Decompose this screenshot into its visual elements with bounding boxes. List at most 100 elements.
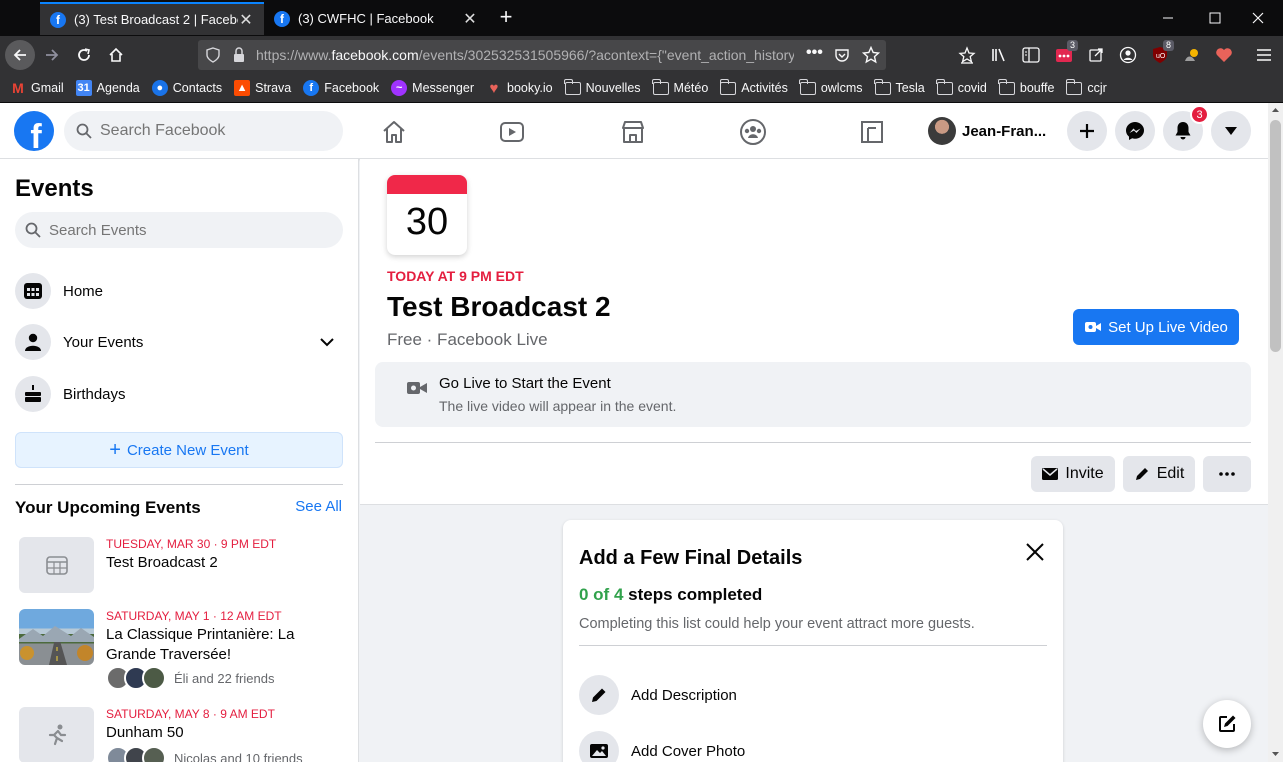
more-options-button[interactable] bbox=[1203, 456, 1251, 492]
list-item[interactable]: SATURDAY, MAY 8 · 9 AM EDT Dunham 50 Nic… bbox=[19, 707, 349, 762]
search-icon bbox=[25, 222, 41, 238]
nav-groups[interactable] bbox=[697, 113, 809, 151]
events-search[interactable] bbox=[15, 212, 343, 248]
close-window-button[interactable] bbox=[1233, 0, 1283, 36]
url-bar[interactable]: https://www.facebook.com/events/30253253… bbox=[198, 40, 886, 70]
facebook-logo-icon[interactable]: f bbox=[14, 111, 54, 151]
sidebar-item-label: Home bbox=[63, 282, 104, 300]
weather-extension-icon[interactable] bbox=[1181, 44, 1203, 66]
browser-tab-active[interactable]: f (3) Test Broadcast 2 | Facebook ✕ bbox=[40, 2, 264, 35]
reload-button[interactable] bbox=[70, 41, 98, 69]
close-tab-icon[interactable]: ✕ bbox=[238, 10, 254, 30]
add-description-item[interactable]: Add Description bbox=[579, 675, 737, 715]
go-live-title: Go Live to Start the Event bbox=[439, 375, 611, 392]
facebook-search[interactable] bbox=[64, 111, 343, 151]
bookmark-strava[interactable]: ▲ Strava bbox=[234, 80, 291, 96]
set-up-live-video-button[interactable]: Set Up Live Video bbox=[1073, 309, 1239, 345]
bookmark-facebook[interactable]: f Facebook bbox=[303, 80, 379, 96]
account-icon[interactable] bbox=[1117, 44, 1139, 66]
browser-tab-bar: f (3) Test Broadcast 2 | Facebook ✕ f (3… bbox=[0, 0, 1283, 36]
folder-icon bbox=[874, 78, 891, 95]
event-thumbnail bbox=[19, 707, 94, 762]
library-icon[interactable] bbox=[988, 44, 1010, 66]
bookmark-folder-nouvelles[interactable]: Nouvelles bbox=[564, 78, 641, 95]
sidebar-item-your-events[interactable]: Your Events bbox=[15, 322, 343, 362]
close-tab-icon[interactable]: ✕ bbox=[462, 9, 478, 29]
sidebar-toggle-icon[interactable] bbox=[1020, 44, 1042, 66]
sidebar-item-label: Birthdays bbox=[63, 385, 126, 403]
photo-icon bbox=[579, 731, 619, 762]
close-icon[interactable] bbox=[1023, 540, 1047, 564]
gmail-icon: M bbox=[12, 80, 24, 96]
messenger-button[interactable] bbox=[1115, 111, 1155, 151]
reading-list-star-icon[interactable] bbox=[956, 44, 978, 66]
messenger-icon bbox=[1126, 122, 1144, 140]
profile-name: Jean-Fran... bbox=[962, 122, 1047, 140]
scroll-down-arrow-icon bbox=[1272, 752, 1279, 756]
bell-icon bbox=[1175, 122, 1191, 140]
folder-icon bbox=[998, 78, 1015, 95]
back-button[interactable] bbox=[5, 40, 35, 70]
events-search-input[interactable] bbox=[49, 221, 249, 239]
nav-gaming[interactable] bbox=[816, 113, 928, 151]
nav-marketplace[interactable] bbox=[577, 113, 689, 151]
star-bookmark-icon[interactable] bbox=[862, 46, 880, 64]
new-tab-button[interactable]: + bbox=[494, 6, 518, 30]
notifications-button[interactable]: 3 bbox=[1163, 105, 1209, 151]
see-all-link[interactable]: See All bbox=[295, 498, 342, 515]
events-sidebar: Events Home Your Events Birthdays + Crea… bbox=[0, 159, 359, 762]
notification-badge: 3 bbox=[1190, 105, 1209, 124]
invite-button[interactable]: Invite bbox=[1031, 456, 1115, 492]
url-text[interactable]: https://www.facebook.com/events/30253253… bbox=[256, 47, 794, 63]
event-name: La Classique Printanière: La Grande Trav… bbox=[106, 626, 295, 663]
plus-icon bbox=[1080, 124, 1094, 138]
bookmark-agenda[interactable]: 31 Agenda bbox=[75, 80, 140, 96]
bookmark-gmail[interactable]: M Gmail bbox=[10, 80, 64, 96]
bookmark-folder-meteo[interactable]: Météo bbox=[652, 78, 708, 95]
pocket-icon[interactable] bbox=[834, 47, 850, 63]
open-external-icon[interactable] bbox=[1085, 44, 1107, 66]
sidebar-item-birthdays[interactable]: Birthdays bbox=[15, 374, 343, 414]
bookmark-booky[interactable]: ♥ booky.io bbox=[486, 80, 553, 97]
bookmark-folder-tesla[interactable]: Tesla bbox=[874, 78, 925, 95]
create-button[interactable] bbox=[1067, 111, 1107, 151]
sidebar-item-home[interactable]: Home bbox=[15, 271, 343, 311]
nav-watch[interactable] bbox=[456, 113, 568, 151]
heart-extension-icon[interactable] bbox=[1213, 44, 1235, 66]
bookmark-folder-covid[interactable]: covid bbox=[936, 78, 987, 95]
road-image-icon bbox=[19, 626, 94, 665]
minimize-button[interactable] bbox=[1143, 0, 1193, 36]
details-help-text: Completing this list could help your eve… bbox=[579, 616, 975, 632]
avatar bbox=[142, 666, 166, 690]
lock-icon[interactable] bbox=[232, 47, 246, 63]
profile-chip[interactable]: Jean-Fran... bbox=[928, 113, 1046, 149]
shield-icon[interactable] bbox=[206, 47, 220, 63]
account-menu-button[interactable] bbox=[1211, 111, 1251, 151]
calendar-icon: 31 bbox=[75, 80, 92, 96]
nav-home[interactable] bbox=[338, 113, 450, 151]
browser-tab[interactable]: f (3) CWFHC | Facebook ✕ bbox=[264, 2, 488, 35]
home-button[interactable] bbox=[102, 41, 130, 69]
list-item[interactable]: SATURDAY, MAY 1 · 12 AM EDT La Classique… bbox=[19, 609, 349, 695]
caret-down-icon bbox=[1225, 127, 1237, 135]
bookmark-folder-bouffe[interactable]: bouffe bbox=[998, 78, 1054, 95]
add-cover-photo-item[interactable]: Add Cover Photo bbox=[579, 731, 745, 762]
bookmark-folder-owlcms[interactable]: owlcms bbox=[799, 78, 863, 95]
running-icon bbox=[48, 724, 66, 746]
forward-button[interactable] bbox=[38, 41, 66, 69]
tab-title: (3) Test Broadcast 2 | Facebook bbox=[74, 12, 238, 27]
chevron-down-icon[interactable] bbox=[319, 334, 335, 350]
create-new-event-button[interactable]: + Create New Event bbox=[15, 432, 343, 468]
facebook-search-input[interactable] bbox=[100, 122, 300, 140]
new-message-button[interactable] bbox=[1203, 700, 1251, 748]
bookmark-folder-ccjr[interactable]: ccjr bbox=[1065, 78, 1107, 95]
edit-button[interactable]: Edit bbox=[1123, 456, 1195, 492]
scrollbar-thumb[interactable] bbox=[1270, 120, 1281, 352]
bookmark-folder-activites[interactable]: Activités bbox=[719, 78, 788, 95]
folder-icon bbox=[719, 78, 737, 95]
list-item[interactable]: TUESDAY, MAR 30 · 9 PM EDT Test Broadcas… bbox=[19, 537, 349, 597]
hamburger-menu-icon[interactable] bbox=[1253, 44, 1275, 66]
bookmark-contacts[interactable]: ● Contacts bbox=[151, 80, 222, 96]
page-actions-icon[interactable]: ••• bbox=[806, 44, 823, 62]
bookmark-messenger[interactable]: ~ Messenger bbox=[391, 80, 474, 96]
